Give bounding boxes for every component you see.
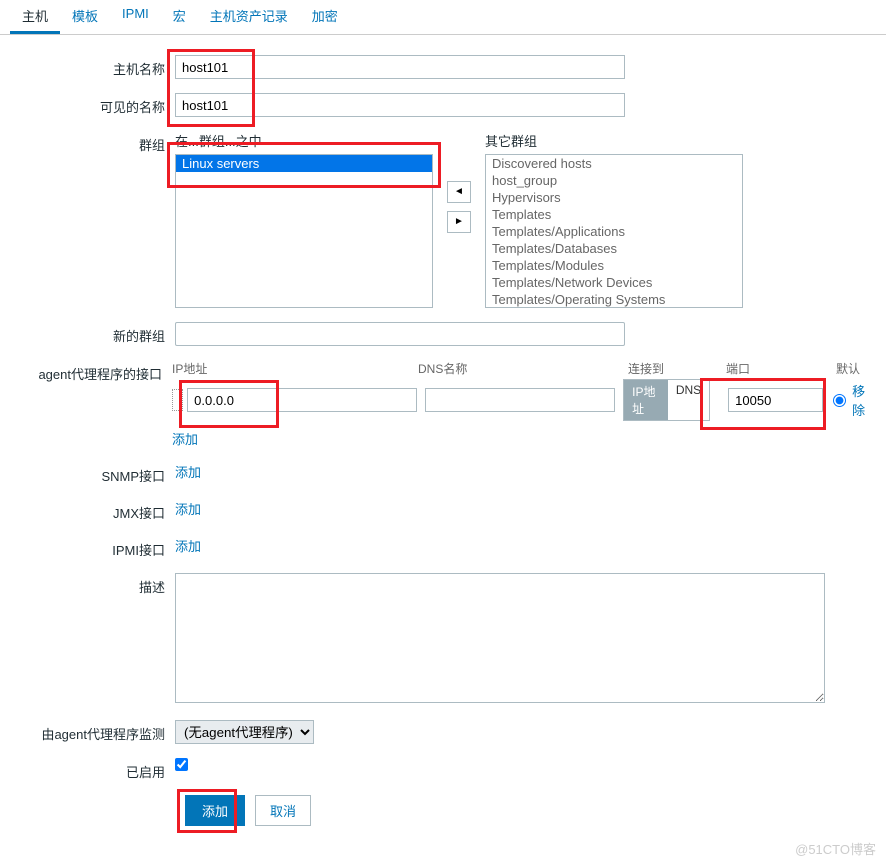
- tab-host[interactable]: 主机: [10, 0, 60, 34]
- group-item[interactable]: Discovered hosts: [486, 155, 742, 172]
- add-snmp-iface-link[interactable]: 添加: [175, 465, 201, 480]
- label-new-group: 新的群组: [10, 322, 175, 345]
- connect-dns-toggle[interactable]: DNS: [668, 380, 709, 420]
- enabled-checkbox[interactable]: [175, 758, 188, 771]
- agent-ip-input[interactable]: [187, 388, 417, 412]
- col-default-header: 默认: [836, 360, 876, 377]
- agent-dns-input[interactable]: [425, 388, 615, 412]
- label-hostname: 主机名称: [10, 55, 175, 78]
- new-group-input[interactable]: [175, 322, 625, 346]
- group-item[interactable]: Templates/Network Devices: [486, 274, 742, 291]
- drag-handle-icon[interactable]: [172, 389, 183, 411]
- label-snmp-iface: SNMP接口: [10, 462, 175, 485]
- tab-inventory[interactable]: 主机资产记录: [198, 0, 300, 34]
- label-ipmi-iface: IPMI接口: [10, 536, 175, 559]
- group-item[interactable]: Templates/Applications: [486, 223, 742, 240]
- label-visible-name: 可见的名称: [10, 93, 175, 116]
- label-other-groups: 其它群组: [485, 131, 743, 150]
- group-item[interactable]: host_group: [486, 172, 742, 189]
- label-groups: 群组: [10, 131, 175, 154]
- submit-button[interactable]: 添加: [185, 795, 245, 826]
- label-enabled: 已启用: [10, 758, 175, 781]
- proxy-select[interactable]: (无agent代理程序): [175, 720, 314, 744]
- tab-encryption[interactable]: 加密: [300, 0, 350, 34]
- label-jmx-iface: JMX接口: [10, 499, 175, 522]
- group-item[interactable]: Templates: [486, 206, 742, 223]
- group-item-selected[interactable]: Linux servers: [176, 155, 432, 172]
- move-left-button[interactable]: ◄: [447, 181, 471, 203]
- hostname-input[interactable]: [175, 55, 625, 79]
- tab-macros[interactable]: 宏: [161, 0, 198, 34]
- agent-port-input[interactable]: [728, 388, 823, 412]
- col-port-header: 端口: [726, 360, 826, 377]
- remove-iface-link[interactable]: 移除: [852, 381, 876, 419]
- col-dns-header: DNS名称: [418, 360, 620, 377]
- move-right-button[interactable]: ►: [447, 211, 471, 233]
- tab-templates[interactable]: 模板: [60, 0, 110, 34]
- label-description: 描述: [10, 573, 175, 596]
- connect-ip-toggle[interactable]: IP地址: [624, 380, 668, 420]
- add-agent-iface-link[interactable]: 添加: [172, 432, 198, 447]
- label-in-group: 在...群组...之中: [175, 131, 433, 150]
- label-agent-iface: agent代理程序的接口: [10, 360, 172, 383]
- group-item[interactable]: Templates/Modules: [486, 257, 742, 274]
- description-textarea[interactable]: [175, 573, 825, 703]
- default-iface-radio[interactable]: [833, 394, 846, 407]
- group-item[interactable]: Templates/Operating Systems: [486, 291, 742, 308]
- group-item[interactable]: Templates/Databases: [486, 240, 742, 257]
- add-jmx-iface-link[interactable]: 添加: [175, 502, 201, 517]
- other-groups-listbox[interactable]: Discovered hosts host_group Hypervisors …: [485, 154, 743, 308]
- tab-ipmi[interactable]: IPMI: [110, 0, 161, 34]
- in-group-listbox[interactable]: Linux servers: [175, 154, 433, 308]
- group-item[interactable]: Hypervisors: [486, 189, 742, 206]
- label-monitored-by: 由agent代理程序监测: [10, 720, 175, 743]
- col-ip-header: IP地址: [172, 360, 408, 377]
- cancel-button[interactable]: 取消: [255, 795, 311, 826]
- connect-to-toggle: IP地址 DNS: [623, 379, 710, 421]
- watermark: @51CTO博客: [795, 839, 876, 858]
- col-connect-header: 连接到: [628, 360, 708, 377]
- tab-bar: 主机 模板 IPMI 宏 主机资产记录 加密: [0, 0, 886, 35]
- visible-name-input[interactable]: [175, 93, 625, 117]
- add-ipmi-iface-link[interactable]: 添加: [175, 539, 201, 554]
